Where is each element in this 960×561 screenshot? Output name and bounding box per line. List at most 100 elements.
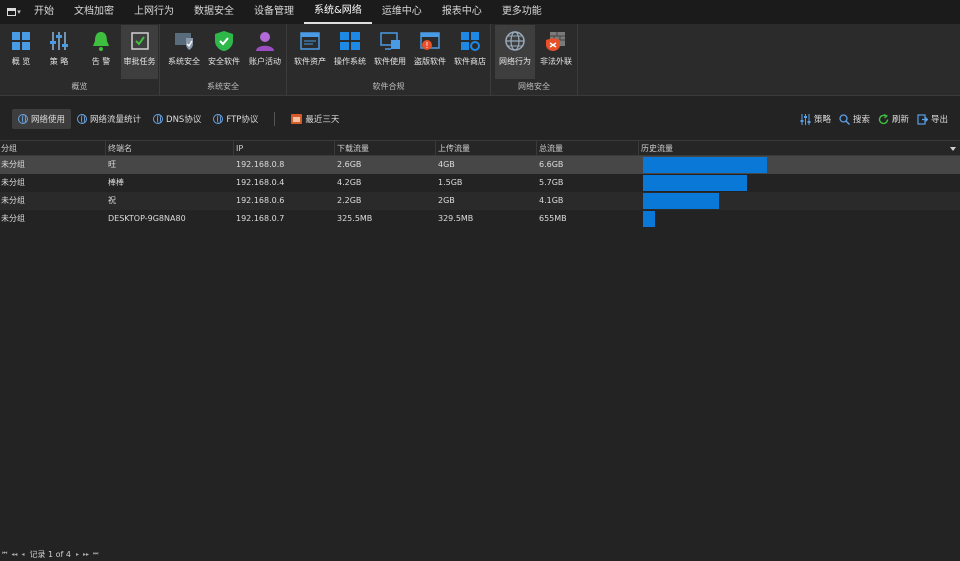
- column-header-terminal-name[interactable]: 终端名: [106, 141, 234, 155]
- software-assets-label: 软件资产: [294, 57, 326, 66]
- cell-total: 5.7GB: [539, 178, 564, 187]
- cell-group: 未分组: [1, 178, 25, 187]
- cell-group: 未分组: [1, 196, 25, 205]
- shield-check-icon: [212, 29, 236, 53]
- software-usage-button[interactable]: 软件使用: [371, 25, 409, 79]
- date-range-label: 最近三天: [305, 115, 340, 125]
- menu-web-behavior[interactable]: 上网行为: [124, 0, 184, 24]
- prev-page-icon[interactable]: ◂: [21, 551, 24, 558]
- app-menu-icon[interactable]: ▾: [4, 0, 24, 24]
- cell-download: 325.5MB: [337, 214, 373, 223]
- cell-download: 2.6GB: [337, 160, 362, 169]
- account-activity-button[interactable]: 账户活动: [246, 25, 284, 79]
- sort-down-icon[interactable]: [950, 147, 956, 151]
- table-row[interactable]: 未分组 DESKTOP-9G8NA80 192.168.0.7 325.5MB …: [0, 210, 960, 228]
- table-row[interactable]: 未分组 旺 192.168.0.8 2.6GB 4GB 6.6GB: [0, 156, 960, 174]
- last-page-icon[interactable]: ⏭: [93, 550, 98, 558]
- cell-total: 6.6GB: [539, 160, 564, 169]
- refresh-icon: [878, 113, 889, 124]
- illegal-outreach-button[interactable]: 非法外联: [537, 25, 575, 79]
- alarm-label: 告 警: [91, 57, 111, 66]
- menu-report-center[interactable]: 报表中心: [432, 0, 492, 24]
- system-security-button[interactable]: 系统安全: [166, 25, 202, 79]
- os-label: 操作系统: [334, 57, 366, 66]
- cell-ip: 192.168.0.8: [236, 160, 285, 169]
- refresh-label: 刷新: [891, 115, 909, 125]
- policy-action-label: 策略: [813, 115, 831, 125]
- cell-group: 未分组: [1, 160, 25, 169]
- overview-button[interactable]: 概 览: [4, 25, 38, 79]
- prev-page-fast-icon[interactable]: ◂◂: [11, 551, 17, 558]
- software-assets-button[interactable]: 软件资产: [291, 25, 329, 79]
- menu-doc-encryption[interactable]: 文档加密: [64, 0, 124, 24]
- pirated-software-button[interactable]: ! 盗版软件: [411, 25, 449, 79]
- next-page-icon[interactable]: ▸: [76, 551, 79, 558]
- cell-upload: 2GB: [438, 196, 455, 205]
- globe-icon: [153, 114, 164, 124]
- refresh-button[interactable]: 刷新: [874, 109, 913, 129]
- group-label-system-security: 系统安全: [207, 82, 239, 91]
- first-page-icon[interactable]: ⏮: [2, 550, 7, 558]
- cell-history: [639, 210, 960, 228]
- policy-action-button[interactable]: 策略: [796, 109, 835, 129]
- menu-ops-center[interactable]: 运维中心: [372, 0, 432, 24]
- globe-icon: [77, 114, 88, 124]
- column-header-ip[interactable]: IP: [234, 141, 335, 155]
- cell-history: [639, 174, 960, 192]
- menu-data-security[interactable]: 数据安全: [184, 0, 244, 24]
- tab-network-traffic-stats-label: 网络流量统计: [90, 115, 142, 125]
- pirated-software-label: 盗版软件: [414, 57, 446, 66]
- piracy-icon: !: [418, 29, 442, 53]
- illegal-outreach-label: 非法外联: [540, 57, 572, 66]
- search-label: 搜索: [852, 115, 870, 125]
- shield-computer-icon: [172, 29, 196, 53]
- date-range-button[interactable]: 最近三天: [285, 109, 345, 129]
- export-button[interactable]: 导出: [913, 109, 952, 129]
- record-count: 记录 1 of 4: [29, 549, 71, 559]
- menu-device-management[interactable]: 设备管理: [244, 0, 304, 24]
- sliders-icon: [800, 113, 811, 125]
- cell-ip: 192.168.0.6: [236, 196, 285, 205]
- globe-icon: [503, 29, 527, 53]
- traffic-table: 分组 终端名 IP 下载流量 上传流量 总流量 历史流量 未分组 旺 192.1…: [0, 140, 960, 228]
- software-usage-label: 软件使用: [374, 57, 406, 66]
- export-icon: [917, 113, 928, 125]
- approval-task-button[interactable]: 审批任务: [121, 25, 158, 79]
- tab-network-usage-label: 网络使用: [31, 115, 66, 125]
- os-button[interactable]: 操作系统: [331, 25, 369, 79]
- next-page-fast-icon[interactable]: ▸▸: [83, 551, 89, 558]
- toolbar: 网络使用 网络流量统计 DNS协议 FTP协议 最近三天 策略 搜索 刷新 导出: [0, 108, 960, 130]
- group-label-overview: 概览: [71, 82, 88, 91]
- tab-network-usage[interactable]: 网络使用: [12, 109, 72, 129]
- cell-total: 655MB: [539, 214, 567, 223]
- search-button[interactable]: 搜索: [835, 109, 874, 129]
- column-header-total[interactable]: 总流量: [537, 141, 639, 155]
- menu-more-features[interactable]: 更多功能: [492, 0, 552, 24]
- cell-ip: 192.168.0.4: [236, 178, 285, 187]
- column-header-download[interactable]: 下载流量: [335, 141, 436, 155]
- security-software-button[interactable]: 安全软件: [206, 25, 242, 79]
- system-security-label: 系统安全: [168, 57, 200, 66]
- cell-history: [639, 192, 960, 210]
- cell-upload: 1.5GB: [438, 178, 463, 187]
- tab-ftp-protocol[interactable]: FTP协议: [207, 109, 264, 129]
- store-icon: [458, 29, 482, 53]
- grid-icon: [9, 29, 33, 53]
- alarm-button[interactable]: 告 警: [84, 25, 118, 79]
- table-row[interactable]: 未分组 棒棒 192.168.0.4 4.2GB 1.5GB 5.7GB: [0, 174, 960, 192]
- tab-dns-protocol[interactable]: DNS协议: [147, 109, 207, 129]
- table-row[interactable]: 未分组 祝 192.168.0.6 2.2GB 2GB 4.1GB: [0, 192, 960, 210]
- overview-label: 概 览: [11, 57, 31, 66]
- menu-system-network[interactable]: 系统&网络: [304, 0, 372, 24]
- tab-network-traffic-stats[interactable]: 网络流量统计: [71, 109, 147, 129]
- menu-start[interactable]: 开始: [24, 0, 64, 24]
- column-header-group[interactable]: 分组: [0, 141, 106, 155]
- policy-button[interactable]: 策 略: [42, 25, 76, 79]
- column-header-history[interactable]: 历史流量: [639, 141, 960, 155]
- network-behavior-button[interactable]: 网络行为: [495, 25, 535, 79]
- account-activity-label: 账户活动: [249, 57, 281, 66]
- column-header-upload[interactable]: 上传流量: [436, 141, 537, 155]
- history-bar: [643, 211, 655, 227]
- software-store-button[interactable]: 软件商店: [451, 25, 489, 79]
- windows-logo-icon: [338, 29, 362, 53]
